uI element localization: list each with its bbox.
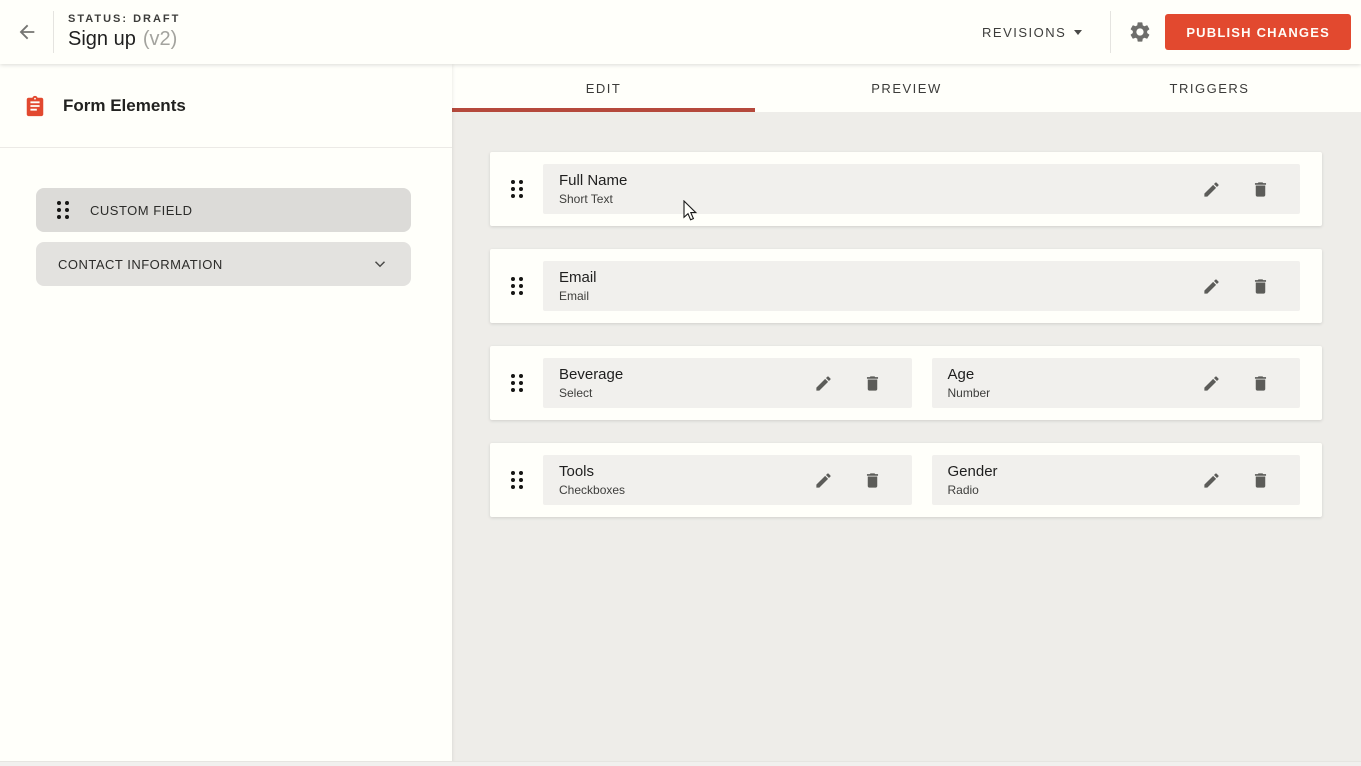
delete-field-button[interactable] xyxy=(1251,374,1270,393)
edit-field-button[interactable] xyxy=(1202,374,1221,393)
topbar-divider-left xyxy=(53,11,54,53)
delete-field-button[interactable] xyxy=(1251,180,1270,199)
field-title: Beverage xyxy=(559,366,623,383)
clipboard-list-icon xyxy=(24,93,46,119)
back-button[interactable] xyxy=(0,0,53,64)
field-type: Checkboxes xyxy=(559,483,625,497)
form-field-row: Beverage Select Age Number xyxy=(490,346,1322,420)
form-rows: Full Name Short Text Email Email xyxy=(490,152,1322,517)
sidebar-item-contact-information[interactable]: CONTACT INFORMATION xyxy=(36,242,411,286)
trash-icon xyxy=(1251,277,1270,296)
pencil-icon xyxy=(1202,277,1221,296)
delete-field-button[interactable] xyxy=(1251,277,1270,296)
row-drag-handle[interactable] xyxy=(490,374,543,392)
tab-label: TRIGGERS xyxy=(1170,81,1250,96)
field-title: Gender xyxy=(948,463,998,480)
tab-edit[interactable]: EDIT xyxy=(452,64,755,112)
field-panel: Beverage Select xyxy=(543,358,912,408)
chevron-down-icon xyxy=(371,255,389,273)
trash-icon xyxy=(863,374,882,393)
edit-field-button[interactable] xyxy=(1202,180,1221,199)
status-badge: STATUS: DRAFT xyxy=(68,13,180,25)
delete-field-button[interactable] xyxy=(1251,471,1270,490)
row-drag-handle[interactable] xyxy=(490,277,543,295)
field-panels: Tools Checkboxes Gender Radio xyxy=(543,455,1300,505)
pencil-icon xyxy=(1202,374,1221,393)
active-tab-underline xyxy=(452,108,755,112)
edit-field-button[interactable] xyxy=(1202,277,1221,296)
field-panel: Tools Checkboxes xyxy=(543,455,912,505)
publish-changes-button[interactable]: PUBLISH CHANGES xyxy=(1165,14,1351,50)
form-field-row: Full Name Short Text xyxy=(490,152,1322,226)
pencil-icon xyxy=(1202,180,1221,199)
topbar: STATUS: DRAFT Sign up (v2) REVISIONS PUB… xyxy=(0,0,1361,64)
delete-field-button[interactable] xyxy=(863,471,882,490)
revisions-dropdown[interactable]: REVISIONS xyxy=(962,15,1110,50)
caret-down-icon xyxy=(1074,30,1082,35)
form-field-row: Email Email xyxy=(490,249,1322,323)
gear-icon xyxy=(1128,20,1152,44)
pencil-icon xyxy=(814,374,833,393)
revisions-label: REVISIONS xyxy=(982,25,1066,40)
page-title: Sign up xyxy=(68,28,136,51)
topbar-divider-right xyxy=(1110,11,1111,53)
field-panel: Email Email xyxy=(543,261,1300,311)
field-panels: Full Name Short Text xyxy=(543,164,1300,214)
sidebar-item-list: CUSTOM FIELD CONTACT INFORMATION xyxy=(0,188,452,286)
field-type: Email xyxy=(559,289,597,303)
pencil-icon xyxy=(814,471,833,490)
tab-label: EDIT xyxy=(586,81,622,96)
arrow-left-icon xyxy=(16,21,38,43)
form-field-row: Tools Checkboxes Gender Radio xyxy=(490,443,1322,517)
sidebar-header: Form Elements xyxy=(0,64,452,148)
trash-icon xyxy=(863,471,882,490)
field-title: Full Name xyxy=(559,172,627,189)
horizontal-scrollbar[interactable] xyxy=(0,761,1361,766)
field-panel: Full Name Short Text xyxy=(543,164,1300,214)
field-title: Email xyxy=(559,269,597,286)
drag-handle-icon xyxy=(511,471,523,489)
drag-handle-icon xyxy=(511,277,523,295)
tab-preview[interactable]: PREVIEW xyxy=(755,64,1058,112)
edit-field-button[interactable] xyxy=(1202,471,1221,490)
sidebar-item-label: CONTACT INFORMATION xyxy=(58,257,223,272)
field-panels: Email Email xyxy=(543,261,1300,311)
field-panel: Age Number xyxy=(932,358,1301,408)
pencil-icon xyxy=(1202,471,1221,490)
trash-icon xyxy=(1251,374,1270,393)
field-type: Number xyxy=(948,386,991,400)
field-title: Age xyxy=(948,366,991,383)
drag-handle-icon xyxy=(511,374,523,392)
sidebar-title: Form Elements xyxy=(63,96,186,116)
drag-handle-icon xyxy=(511,180,523,198)
field-type: Short Text xyxy=(559,192,627,206)
edit-field-button[interactable] xyxy=(814,374,833,393)
main-content: EDIT PREVIEW TRIGGERS Full Name Short Te… xyxy=(452,64,1361,766)
form-version: (v2) xyxy=(143,28,177,51)
tab-triggers[interactable]: TRIGGERS xyxy=(1058,64,1361,112)
sidebar-item-custom-field[interactable]: CUSTOM FIELD xyxy=(36,188,411,232)
row-drag-handle[interactable] xyxy=(490,471,543,489)
settings-button[interactable] xyxy=(1128,20,1152,44)
sidebar: Form Elements CUSTOM FIELD CONTACT INFOR… xyxy=(0,64,452,766)
sidebar-item-label: CUSTOM FIELD xyxy=(90,203,193,218)
field-panels: Beverage Select Age Number xyxy=(543,358,1300,408)
field-panel: Gender Radio xyxy=(932,455,1301,505)
trash-icon xyxy=(1251,180,1270,199)
trash-icon xyxy=(1251,471,1270,490)
field-type: Radio xyxy=(948,483,998,497)
edit-field-button[interactable] xyxy=(814,471,833,490)
form-title-block: STATUS: DRAFT Sign up (v2) xyxy=(68,13,180,51)
tab-label: PREVIEW xyxy=(871,81,941,96)
tab-bar: EDIT PREVIEW TRIGGERS xyxy=(452,64,1361,112)
field-title: Tools xyxy=(559,463,625,480)
drag-handle-icon[interactable] xyxy=(57,201,69,219)
field-type: Select xyxy=(559,386,623,400)
delete-field-button[interactable] xyxy=(863,374,882,393)
row-drag-handle[interactable] xyxy=(490,180,543,198)
